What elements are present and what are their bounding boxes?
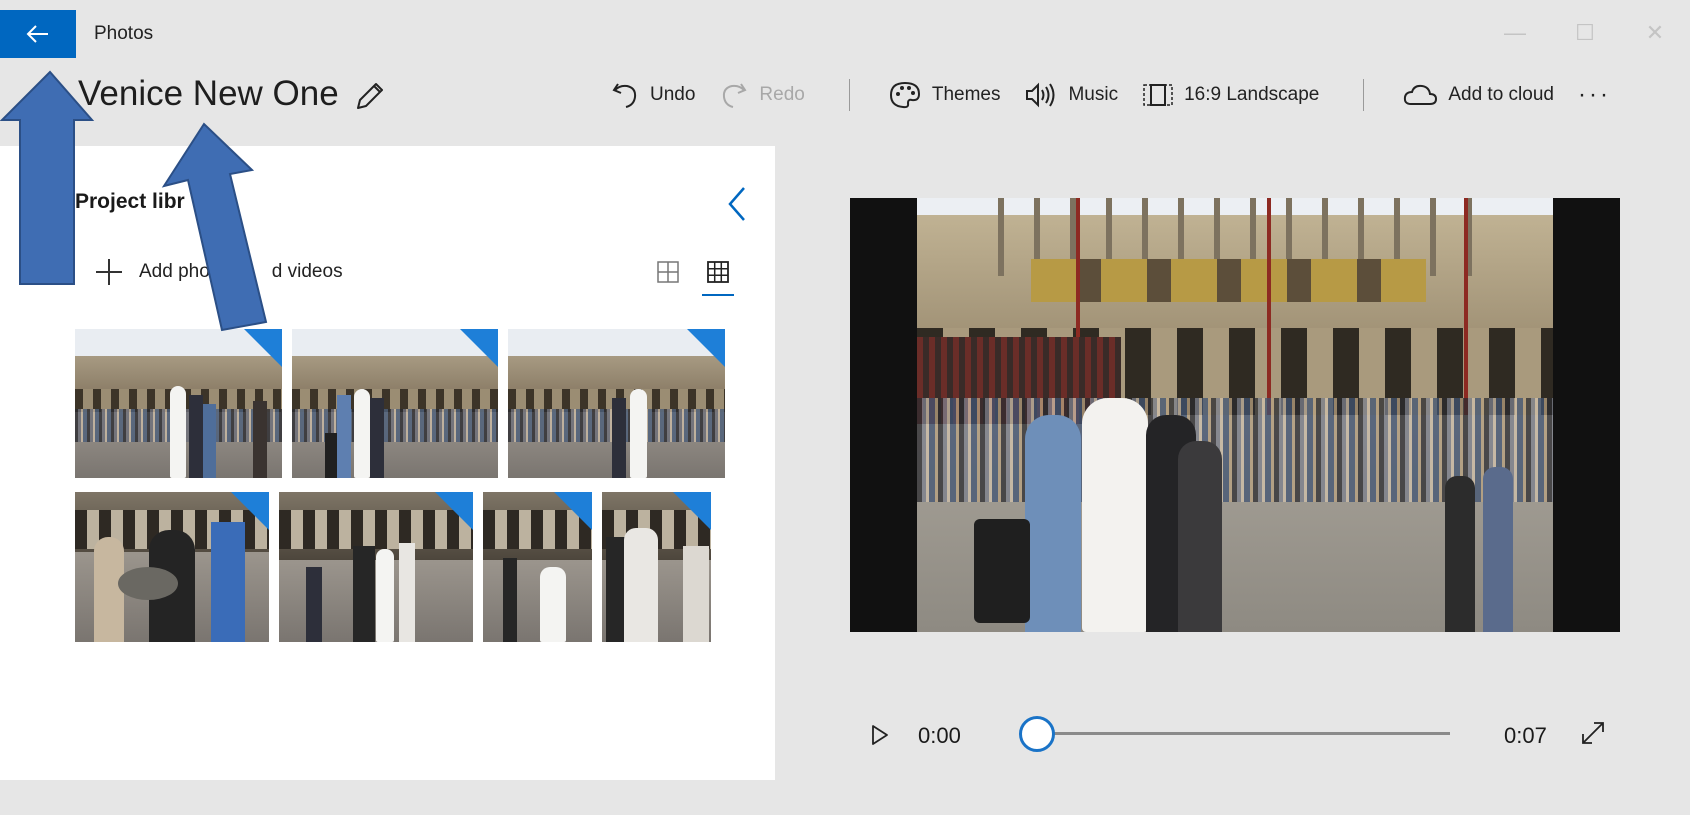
undo-button[interactable]: Undo <box>610 80 695 110</box>
maximize-button[interactable]: ☐ <box>1550 12 1620 54</box>
library-thumbnail[interactable] <box>279 492 473 642</box>
music-label: Music <box>1068 84 1119 105</box>
library-thumbnail[interactable] <box>483 492 592 642</box>
library-thumbnail[interactable] <box>508 329 725 478</box>
project-title[interactable]: Venice New One <box>78 74 339 114</box>
redo-icon <box>723 83 747 108</box>
large-grid-icon <box>657 261 679 283</box>
media-corner-marker <box>460 329 498 367</box>
small-thumbnails-button[interactable] <box>702 260 734 296</box>
media-corner-marker <box>435 492 473 530</box>
current-time: 0:00 <box>918 723 961 748</box>
redo-button[interactable]: Redo <box>719 80 805 110</box>
aspect-ratio-icon <box>1143 84 1173 106</box>
back-button[interactable] <box>0 10 76 58</box>
seek-bar[interactable] <box>1036 732 1450 735</box>
back-arrow-icon <box>26 25 48 43</box>
media-corner-marker <box>231 492 269 530</box>
library-thumbnail[interactable] <box>75 329 282 478</box>
project-library-panel: Project libr Add pho d videos <box>0 146 775 780</box>
media-corner-marker <box>554 492 592 530</box>
themes-label: Themes <box>931 84 1001 105</box>
media-corner-marker <box>687 329 725 367</box>
chevron-left-icon[interactable] <box>724 184 752 224</box>
window-controls: — ☐ ✕ <box>1480 12 1690 54</box>
video-preview[interactable] <box>850 198 1620 632</box>
undo-icon <box>612 83 637 108</box>
library-thumbnail[interactable] <box>75 492 269 642</box>
app-title: Photos <box>94 23 154 44</box>
total-time: 0:07 <box>1504 723 1547 748</box>
play-icon[interactable] <box>870 723 890 747</box>
add-media-label-end: d videos <box>271 261 343 282</box>
title-bar: Photos — ☐ ✕ <box>0 0 1690 62</box>
large-thumbnails-button[interactable] <box>652 260 684 296</box>
toolbar: Undo Redo Themes Music 16:9 Landscape Ad… <box>610 72 1635 118</box>
toolbar-divider <box>848 79 850 111</box>
preview-image <box>917 198 1553 632</box>
close-button[interactable]: ✕ <box>1620 12 1690 54</box>
more-options-button[interactable]: ··· <box>1578 81 1611 109</box>
small-grid-icon <box>707 261 729 283</box>
aspect-ratio-label: 16:9 Landscape <box>1184 84 1320 105</box>
annotation-arrow <box>161 122 268 332</box>
expand-icon[interactable] <box>1580 720 1606 746</box>
view-toggle <box>652 260 752 296</box>
music-button[interactable]: Music <box>1024 80 1118 110</box>
seek-thumb[interactable] <box>1019 716 1055 752</box>
speaker-icon <box>1026 82 1055 108</box>
redo-label: Redo <box>759 84 805 105</box>
undo-label: Undo <box>650 84 696 105</box>
minimize-button[interactable]: — <box>1480 12 1550 54</box>
cloud-icon <box>1404 84 1438 105</box>
library-thumbnail[interactable] <box>602 492 711 642</box>
pencil-icon[interactable] <box>352 78 388 114</box>
add-to-cloud-label: Add to cloud <box>1448 84 1554 105</box>
themes-button[interactable]: Themes <box>888 80 1001 110</box>
toolbar-divider <box>1363 79 1365 111</box>
media-corner-marker <box>673 492 711 530</box>
add-to-cloud-button[interactable]: Add to cloud <box>1402 82 1554 108</box>
palette-icon <box>889 81 920 109</box>
annotation-arrow <box>0 70 95 285</box>
aspect-ratio-button[interactable]: 16:9 Landscape <box>1142 82 1319 108</box>
plus-icon <box>96 259 122 285</box>
library-thumbnail[interactable] <box>292 329 498 478</box>
